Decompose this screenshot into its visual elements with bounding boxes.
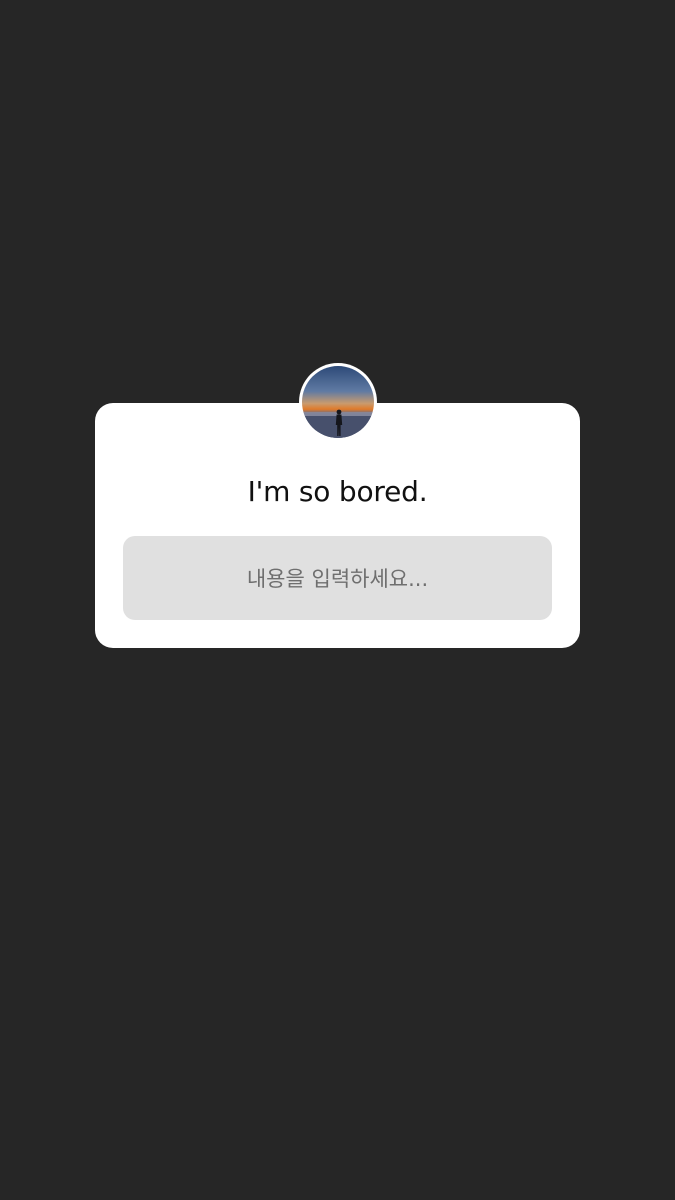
profile-avatar [299,363,377,441]
question-text: I'm so bored. [247,475,428,508]
answer-input[interactable]: 내용을 입력하세요... [123,536,552,620]
sunset-silhouette-icon [302,366,374,438]
story-screen: I'm so bored. 내용을 입력하세요... [0,0,675,1200]
answer-placeholder: 내용을 입력하세요... [246,567,429,591]
